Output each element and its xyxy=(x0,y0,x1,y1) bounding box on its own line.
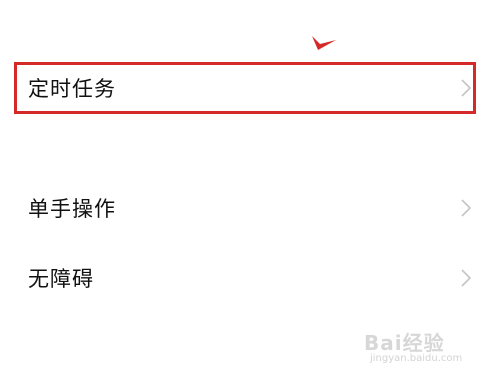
watermark-url: jingyan.baidu.com xyxy=(370,353,463,364)
settings-item-label: 单手操作 xyxy=(28,197,116,221)
settings-item-label: 无障碍 xyxy=(28,267,94,291)
watermark-brand: Bai经验 xyxy=(364,331,445,355)
settings-page: 定时任务 单手操作 无障碍 Bai经验 jingyan.baidu.com xyxy=(0,0,500,375)
chevron-right-icon xyxy=(461,269,472,287)
settings-item-accessibility[interactable]: 无障碍 xyxy=(0,248,500,308)
chevron-right-icon xyxy=(461,199,472,217)
red-arrow-annotation-icon xyxy=(312,36,336,50)
baidu-jingyan-watermark: Bai经验 jingyan.baidu.com xyxy=(364,321,494,371)
settings-item-one-hand-mode[interactable]: 单手操作 xyxy=(0,178,500,238)
highlight-annotation-box xyxy=(14,62,476,114)
